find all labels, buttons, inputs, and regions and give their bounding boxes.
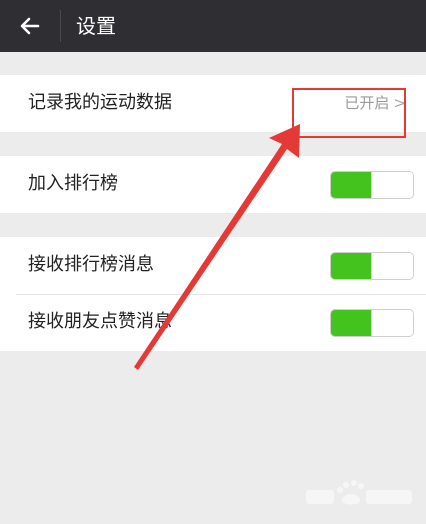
toggle-switch[interactable] <box>330 309 414 337</box>
row-label: 接收排行榜消息 <box>28 254 154 275</box>
chevron-right-icon: > <box>393 94 406 112</box>
row-friend-like-messages[interactable]: 接收朋友点赞消息 <box>0 294 426 351</box>
top-bar: 设置 <box>0 0 426 52</box>
toggle-fill <box>331 253 372 279</box>
status-text: 已开启 <box>344 94 390 112</box>
toggle-fill <box>331 172 372 198</box>
toggle-knob <box>371 310 413 336</box>
baidu-watermark-icon <box>306 480 412 505</box>
toggle-switch[interactable] <box>330 171 414 199</box>
toggle-knob <box>371 172 413 198</box>
toggle-switch[interactable] <box>330 252 414 280</box>
toggle-fill <box>331 310 372 336</box>
row-leaderboard-messages[interactable]: 接收排行榜消息 <box>0 237 426 294</box>
row-label: 记录我的运动数据 <box>28 92 172 113</box>
row-record-motion-data[interactable]: 记录我的运动数据 已开启 > <box>0 75 426 132</box>
page-title: 设置 <box>76 14 116 38</box>
row-label: 加入排行榜 <box>28 173 118 194</box>
arrow-left-icon[interactable] <box>16 12 44 40</box>
header-divider <box>60 10 61 42</box>
toggle-knob <box>371 253 413 279</box>
settings-page: 设置 记录我的运动数据 已开启 > 加入排行榜 接收排行榜消息 接收朋友点赞消息 <box>0 0 426 524</box>
status-value[interactable]: 已开启 > <box>344 92 406 114</box>
row-label: 接收朋友点赞消息 <box>28 311 172 332</box>
section-motion-data: 记录我的运动数据 已开启 > <box>0 75 426 132</box>
section-leaderboard: 加入排行榜 <box>0 156 426 213</box>
section-notifications: 接收排行榜消息 接收朋友点赞消息 <box>0 237 426 351</box>
row-join-leaderboard[interactable]: 加入排行榜 <box>0 156 426 213</box>
